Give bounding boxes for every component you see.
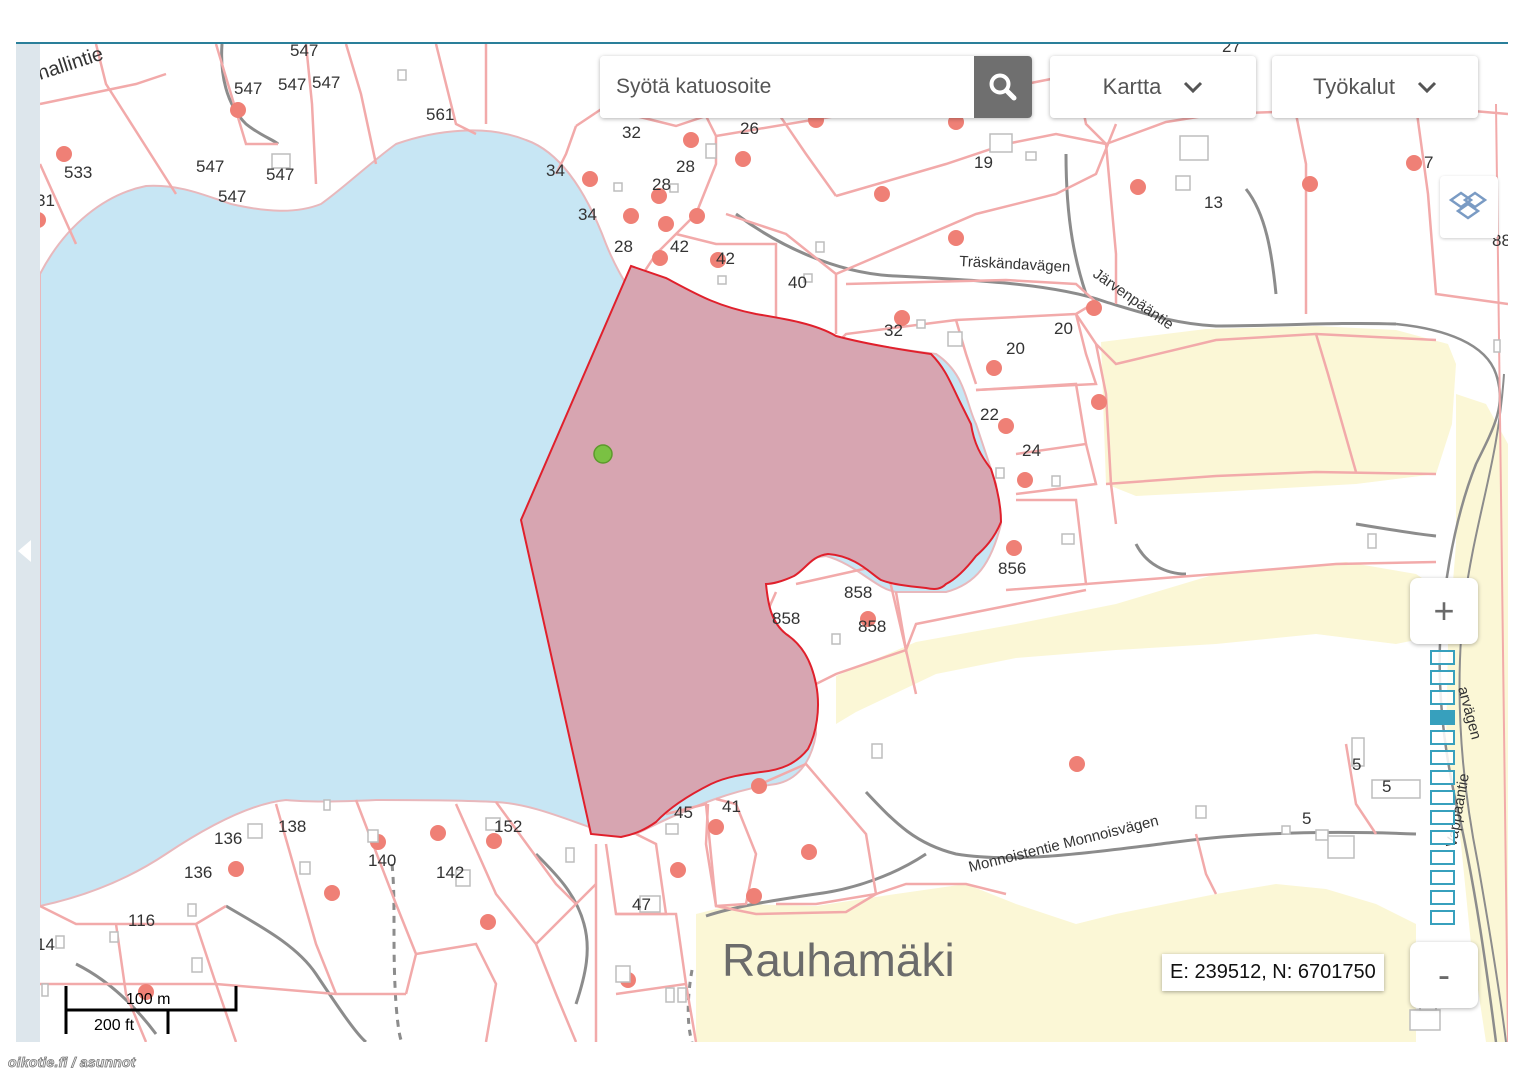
scale-imperial-label: 200 ft (94, 1017, 135, 1034)
zoom-out-button[interactable]: - (1410, 942, 1478, 1008)
map-label: 34 (546, 161, 565, 180)
zoom-level-step[interactable] (1430, 790, 1455, 805)
map-label: 20 (1006, 339, 1025, 358)
plus-icon: + (1433, 590, 1455, 631)
zoom-level-step[interactable] (1430, 750, 1455, 765)
place-name-label: Rauhamäki (722, 934, 955, 986)
map-label: 34 (578, 205, 597, 224)
map-label: 42 (670, 237, 689, 256)
map-label: 136 (184, 863, 212, 882)
chevron-down-icon (1184, 81, 1203, 94)
map-label: 116 (128, 911, 155, 930)
zoom-level-step[interactable] (1430, 890, 1455, 905)
map-label: 28 (614, 237, 633, 256)
map-type-dropdown[interactable]: Kartta (1050, 56, 1256, 118)
map-label: 140 (368, 851, 396, 870)
zoom-in-button[interactable]: + (1410, 578, 1478, 644)
source-credit: oikotie.fi / asunnot (8, 1054, 136, 1071)
map-label: 45 (674, 803, 693, 822)
map-label: 858 (772, 609, 800, 628)
map-label: 533 (64, 163, 92, 182)
zoom-level-step[interactable] (1430, 770, 1455, 785)
map-label: 547 (196, 157, 224, 176)
map-label: 858 (858, 617, 886, 636)
map-label: 28 (652, 175, 671, 194)
map-label: 32 (884, 321, 903, 340)
address-search-input[interactable] (600, 56, 974, 118)
minus-icon: - (1438, 954, 1450, 995)
zoom-level-step[interactable] (1430, 730, 1455, 745)
map-label: 47 (632, 895, 651, 914)
address-search (600, 56, 1032, 118)
map-label: 5 (1382, 777, 1391, 796)
map-label: 547 (234, 79, 262, 98)
zoom-level-step[interactable] (1430, 850, 1455, 865)
map-view[interactable]: hallintie 547 547 547 547 547 547 547 56… (16, 42, 1508, 1042)
tools-label: Työkalut (1313, 74, 1395, 99)
map-label: 19 (974, 153, 993, 172)
map-label: 547 (218, 187, 246, 206)
map-label: 42 (716, 249, 735, 268)
map-label: 5 (1352, 755, 1361, 774)
layers-button[interactable] (1440, 176, 1498, 238)
zoom-level-step[interactable] (1430, 690, 1455, 705)
map-label: 27 (1222, 44, 1241, 56)
map-label: 858 (844, 583, 872, 602)
map-label: 142 (436, 863, 464, 882)
map-label: 138 (278, 817, 306, 836)
zoom-level-step[interactable] (1430, 910, 1455, 925)
map-label: 136 (214, 829, 242, 848)
map-label: 13 (1204, 193, 1223, 212)
map-label: 22 (980, 405, 999, 424)
zoom-level-step[interactable] (1430, 870, 1455, 885)
zoom-level-step[interactable] (1430, 830, 1455, 845)
zoom-level-step[interactable] (1430, 650, 1455, 665)
coordinate-readout: E: 239512, N: 6701750 (1162, 954, 1384, 991)
map-label: 856 (998, 559, 1026, 578)
tools-dropdown[interactable]: Työkalut (1272, 56, 1478, 118)
map-label: 547 (312, 73, 340, 92)
expand-panel-arrow-icon[interactable] (18, 540, 31, 562)
map-label: 28 (676, 157, 695, 176)
location-marker[interactable] (593, 444, 613, 464)
map-label: 41 (722, 797, 741, 816)
zoom-level-step[interactable] (1430, 670, 1455, 685)
map-label: 152 (494, 817, 522, 836)
map-label: 547 (278, 75, 306, 94)
scale-metric-label: 100 m (126, 991, 170, 1008)
side-panel-strip (16, 44, 40, 1042)
zoom-level-step[interactable] (1430, 710, 1455, 725)
map-label: 547 (290, 44, 318, 60)
chevron-down-icon (1417, 81, 1437, 94)
map-label: 7 (1424, 153, 1433, 172)
zoom-level-step[interactable] (1430, 810, 1455, 825)
map-label: 20 (1054, 319, 1073, 338)
search-icon (989, 73, 1017, 101)
map-label: 561 (426, 105, 454, 124)
zoom-level-slider[interactable] (1430, 650, 1458, 930)
map-label: 32 (622, 123, 641, 142)
map-label: 26 (740, 119, 759, 138)
map-label: 547 (266, 165, 294, 184)
layers-icon (1448, 191, 1488, 220)
map-label: 5 (1302, 809, 1311, 828)
map-label: 40 (788, 273, 807, 292)
map-label: 24 (1022, 441, 1041, 460)
map-type-label: Kartta (1102, 74, 1162, 99)
search-button[interactable] (974, 56, 1032, 118)
